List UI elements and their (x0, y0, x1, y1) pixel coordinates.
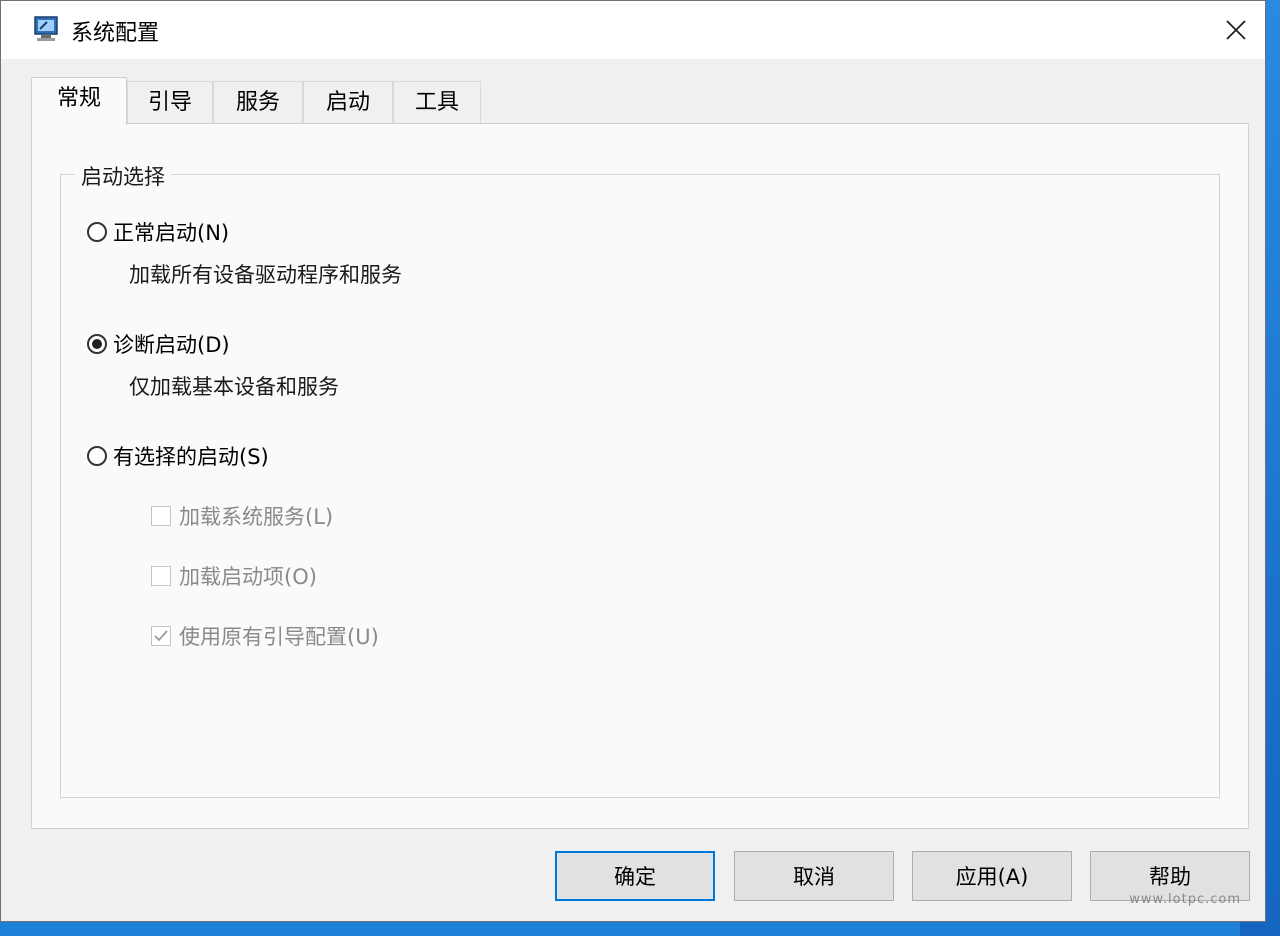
radio-label: 正常启动(N) (113, 221, 230, 245)
system-configuration-window: 系统配置 常规 引导 服务 启动 工具 启动选择 正常启动(N) 加载所有设备驱… (0, 0, 1266, 922)
tab-services[interactable]: 服务 (213, 81, 303, 123)
cancel-button[interactable]: 取消 (734, 851, 894, 901)
diagnostic-startup-radio[interactable]: 诊断启动(D) (87, 329, 230, 359)
load-system-services-checkbox[interactable]: 加载系统服务(L) (151, 501, 333, 531)
checkbox[interactable] (151, 566, 171, 586)
radio-button[interactable] (87, 222, 107, 242)
tab-general[interactable]: 常规 (31, 77, 127, 125)
title-bar: 系统配置 (1, 1, 1265, 59)
startup-selection-group: 启动选择 正常启动(N) 加载所有设备驱动程序和服务 诊断启动(D) 仅加载基本… (60, 161, 1220, 798)
tab-tools[interactable]: 工具 (393, 81, 481, 123)
checkbox-checked[interactable] (151, 626, 171, 646)
radio-label: 诊断启动(D) (113, 333, 230, 357)
close-icon (1226, 20, 1246, 40)
group-label: 启动选择 (75, 161, 171, 191)
window-title: 系统配置 (71, 21, 160, 46)
checkbox-label: 加载系统服务(L) (179, 505, 334, 529)
selective-startup-radio[interactable]: 有选择的启动(S) (87, 441, 269, 471)
checkbox-label: 使用原有引导配置(U) (179, 625, 379, 649)
msconfig-icon (33, 15, 59, 43)
checkbox-label: 加载启动项(O) (179, 565, 317, 589)
radio-button-checked[interactable] (87, 334, 107, 354)
tab-boot[interactable]: 引导 (127, 81, 213, 123)
tab-startup[interactable]: 启动 (303, 81, 393, 123)
option-description: 加载所有设备驱动程序和服务 (129, 263, 402, 287)
general-tab-panel: 启动选择 正常启动(N) 加载所有设备驱动程序和服务 诊断启动(D) 仅加载基本… (31, 123, 1249, 829)
ok-button[interactable]: 确定 (555, 851, 715, 901)
apply-button[interactable]: 应用(A) (912, 851, 1072, 901)
option-description: 仅加载基本设备和服务 (129, 375, 339, 399)
checkbox[interactable] (151, 506, 171, 526)
watermark: www.lotpc.com (1129, 892, 1241, 907)
close-button[interactable] (1213, 7, 1259, 53)
radio-button[interactable] (87, 446, 107, 466)
checkmark-icon (154, 630, 168, 642)
use-original-boot-config-checkbox[interactable]: 使用原有引导配置(U) (151, 621, 379, 651)
load-startup-items-checkbox[interactable]: 加载启动项(O) (151, 561, 317, 591)
radio-label: 有选择的启动(S) (113, 445, 269, 469)
normal-startup-radio[interactable]: 正常启动(N) (87, 217, 229, 247)
